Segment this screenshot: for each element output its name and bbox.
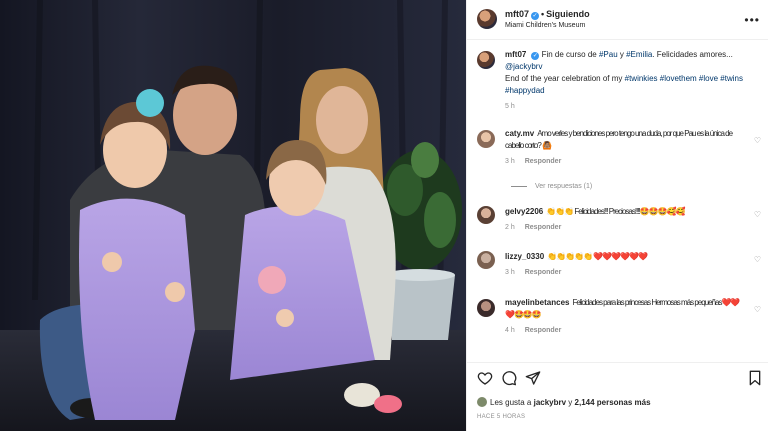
post-location[interactable]: Miami Children's Museum [505, 22, 585, 29]
hashtag-lovethem[interactable]: #lovethem [660, 74, 697, 83]
bookmark-icon[interactable] [747, 370, 763, 386]
hashtag-twinkies[interactable]: #twinkies [625, 74, 658, 83]
comment-meta: 3 h Responder [505, 156, 747, 168]
comment-username[interactable]: mayelinbetances [505, 298, 569, 307]
caption-text: y [617, 50, 627, 59]
hashtag-love[interactable]: #love [699, 74, 718, 83]
post-timestamp: HACE 5 HORAS [477, 414, 526, 420]
reply-button[interactable]: Responder [525, 269, 562, 276]
replies-line [511, 185, 527, 187]
send-icon[interactable] [525, 370, 541, 386]
comment-body: mayelinbetances Felicidades para las prin… [505, 297, 747, 337]
hashtag-twins[interactable]: #twins [720, 74, 743, 83]
comment-time: 3 h [505, 158, 515, 165]
caption-text: . Felicidades amores... [652, 50, 733, 59]
commenter-avatar[interactable] [477, 251, 495, 269]
post-panel: mft07 ✓ • Siguiendo Miami Children's Museum… [466, 0, 768, 431]
comment-meta: 4 h Responder [505, 325, 747, 337]
author-username[interactable]: mft07 [505, 9, 529, 19]
comment-body: gelvy2206 👏👏👏 Felicidades!!! Preciosas!!!… [505, 206, 747, 234]
comment-body: caty.mv Amo verles y bendiciones pero ten… [505, 128, 747, 168]
comment-meta: 2 h Responder [505, 222, 747, 234]
reply-button[interactable]: Responder [525, 158, 562, 165]
comment-meta: 3 h Responder [505, 267, 747, 279]
comments-feed[interactable]: mft07 ✓ Fin de curso de #Pau y #Emilia. F… [467, 40, 768, 360]
separator-dot: • [541, 9, 545, 19]
author-avatar[interactable] [477, 9, 497, 29]
comment-body: lizzy_0330 👏👏👏👏👏 ❤️❤️❤️❤️❤️❤️ 3 h Responde… [505, 251, 747, 279]
caption-text: Fin de curso de [541, 50, 599, 59]
mention-jackybrv[interactable]: @jackybrv [505, 62, 542, 71]
comment-icon[interactable] [501, 370, 517, 386]
following-button[interactable]: Siguiendo [546, 9, 590, 19]
likes-summary[interactable]: Les gusta a jackybrv y 2,144 personas má… [477, 397, 651, 407]
comment-like-heart-icon[interactable]: ♡ [754, 136, 761, 145]
verified-badge-icon: ✓ [531, 52, 540, 60]
commenter-avatar[interactable] [477, 206, 495, 224]
likes-count[interactable]: 2,144 personas más [575, 398, 651, 407]
comment-username[interactable]: caty.mv [505, 129, 534, 138]
comment-like-heart-icon[interactable]: ♡ [754, 210, 761, 219]
comment-text: Amo verles y bendiciones pero tengo una … [505, 129, 733, 150]
reply-button[interactable]: Responder [525, 327, 562, 334]
comment-time: 3 h [505, 269, 515, 276]
comment-username[interactable]: gelvy2206 [505, 207, 543, 216]
comment-time: 4 h [505, 327, 515, 334]
likes-middle: y [566, 398, 575, 407]
view-replies-button[interactable]: Ver respuestas (1) [511, 183, 592, 190]
hashtag-emilia[interactable]: #Emilia [626, 50, 652, 59]
liker-avatar [477, 397, 487, 407]
view-replies-label: Ver respuestas (1) [535, 183, 593, 190]
comment-like-heart-icon[interactable]: ♡ [754, 255, 761, 264]
commenter-avatar[interactable] [477, 130, 495, 148]
comment-like-heart-icon[interactable]: ♡ [754, 305, 761, 314]
verified-badge-icon: ✓ [531, 12, 540, 20]
caption-text-en: End of the year celebration of my [505, 74, 625, 83]
post-actions: Les gusta a jackybrv y 2,144 personas má… [467, 362, 768, 431]
comment-username[interactable]: lizzy_0330 [505, 252, 544, 261]
liker-username[interactable]: jackybrv [534, 398, 566, 407]
post-header: mft07 ✓ • Siguiendo Miami Children's Museum… [467, 0, 768, 40]
family-photo-illustration [0, 0, 466, 431]
commenter-avatar[interactable] [477, 299, 495, 317]
caption-body: mft07 ✓ Fin de curso de #Pau y #Emilia. F… [505, 49, 747, 113]
heart-icon[interactable] [477, 370, 493, 386]
caption-username[interactable]: mft07 [505, 50, 526, 59]
comment-text: 👏👏👏 Felicidades!!! Preciosas!!!!🤩🤩🤩🥰🥰 [546, 207, 685, 216]
comment-time: 2 h [505, 224, 515, 231]
hashtag-pau[interactable]: #Pau [599, 50, 618, 59]
comment-text: 👏👏👏👏👏 ❤️❤️❤️❤️❤️❤️ [547, 252, 648, 261]
post-photo[interactable] [0, 0, 466, 431]
hashtag-happydad[interactable]: #happydad [505, 86, 545, 95]
caption-time: 5 h [505, 103, 515, 110]
likes-prefix: Les gusta a [490, 398, 534, 407]
reply-button[interactable]: Responder [525, 224, 562, 231]
author-line: mft07 ✓ • Siguiendo [505, 9, 590, 20]
more-horizontal-icon[interactable]: ••• [744, 13, 760, 27]
caption-avatar[interactable] [477, 51, 495, 69]
